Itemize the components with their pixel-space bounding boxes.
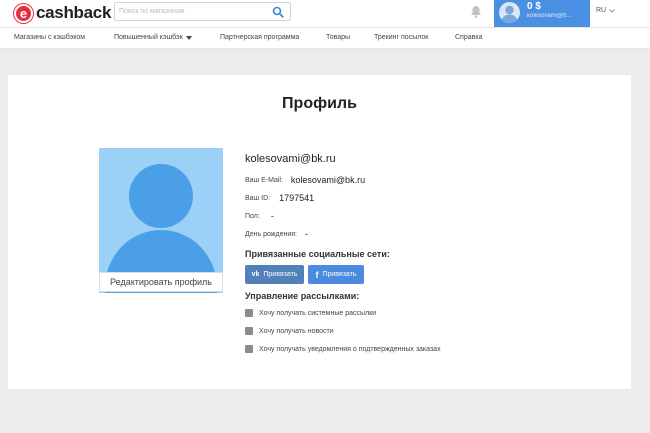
checkbox[interactable] [245,327,253,335]
nav-item-label: Трекинг посылок [374,34,429,41]
gender-label: Пол: [245,212,260,220]
social-heading: Привязанные социальные сети: [245,249,390,259]
balance-amount: 0 $ [527,1,541,12]
mailing-option-orders[interactable]: Хочу получать уведомления о подтвержденн… [245,345,441,353]
email-label: Ваш E-Mail: [245,176,283,184]
vk-link-button[interactable]: vk Привязать [245,265,304,284]
gender-row: Пол: - [245,211,274,221]
user-icon [501,5,518,23]
email-row: Ваш E-Mail: kolesovami@bk.ru [245,175,365,185]
profile-card: Профиль Редактировать профиль kolesovami… [8,75,631,389]
facebook-icon: f [315,269,319,280]
nav-item-help[interactable]: Справка [455,34,482,41]
birthday-row: День рождения: - [245,229,308,239]
birthday-value: - [304,229,308,239]
checkbox-label: Хочу получать уведомления о подтвержденн… [259,345,441,353]
checkbox[interactable] [245,309,253,317]
mailing-heading: Управление рассылками: [245,291,360,301]
vk-icon: vk [251,271,260,278]
mailing-option-system[interactable]: Хочу получать системные рассылки [245,309,376,317]
logo-letter: e [19,5,28,21]
facebook-link-label: Привязать [322,271,357,278]
avatar [499,2,520,23]
id-value: 1797541 [279,193,315,203]
nav-item-partner-program[interactable]: Партнерская программа [220,34,299,41]
gender-value: - [270,211,274,221]
language-label: RU [596,7,607,14]
nav-item-stores[interactable]: Магазины с кэшбэком [14,34,85,41]
search-icon[interactable] [272,6,284,18]
nav-item-label: Магазины с кэшбэком [14,34,86,41]
checkbox-label: Хочу получать системные рассылки [259,309,377,317]
search-input[interactable] [119,5,269,18]
page-title: Профиль [282,95,357,112]
checkbox-label: Хочу получать новости [259,327,334,335]
nav-item-label: Партнерская программа [220,34,300,41]
language-selector[interactable]: RU [596,7,615,14]
checkbox[interactable] [245,345,253,353]
nav-item-label: Товары [326,34,351,41]
id-label: Ваш ID: [245,194,271,202]
email-value: kolesovami@bk.ru [290,175,366,185]
id-row: Ваш ID: 1797541 [245,193,314,203]
birthday-label: День рождения: [245,230,297,238]
nav-item-parcel-tracking[interactable]: Трекинг посылок [374,34,428,41]
account-menu[interactable]: 0 $ kolesovami@b... [494,0,590,27]
mailing-option-news[interactable]: Хочу получать новости [245,327,334,335]
search-box [114,2,291,21]
edit-profile-button[interactable]: Редактировать профиль [99,272,223,292]
logo-text: cashback [36,3,112,22]
nav-item-label: Справка [455,34,483,41]
chevron-down-icon [609,8,615,13]
account-email: kolesovami@b... [527,13,572,19]
bell-icon[interactable] [470,5,482,18]
nav-item-label: Повышенный кэшбэк [114,34,183,41]
caret-down-icon [185,35,192,40]
logo-icon: e [14,3,33,23]
vk-link-label: Привязать [263,271,298,278]
facebook-link-button[interactable]: f Привязать [308,265,364,284]
profile-email-heading: kolesovami@bk.ru [245,153,336,165]
cashback-logo[interactable]: e cashback [14,3,111,23]
top-bar: e cashback 0 $ kolesovami@b... RU [0,0,650,27]
nav-item-increased-cashback[interactable]: Повышенный кэшбэк [114,34,192,41]
nav-item-products[interactable]: Товары [326,34,350,41]
main-nav: Магазины с кэшбэком Повышенный кэшбэк Па… [0,27,650,49]
